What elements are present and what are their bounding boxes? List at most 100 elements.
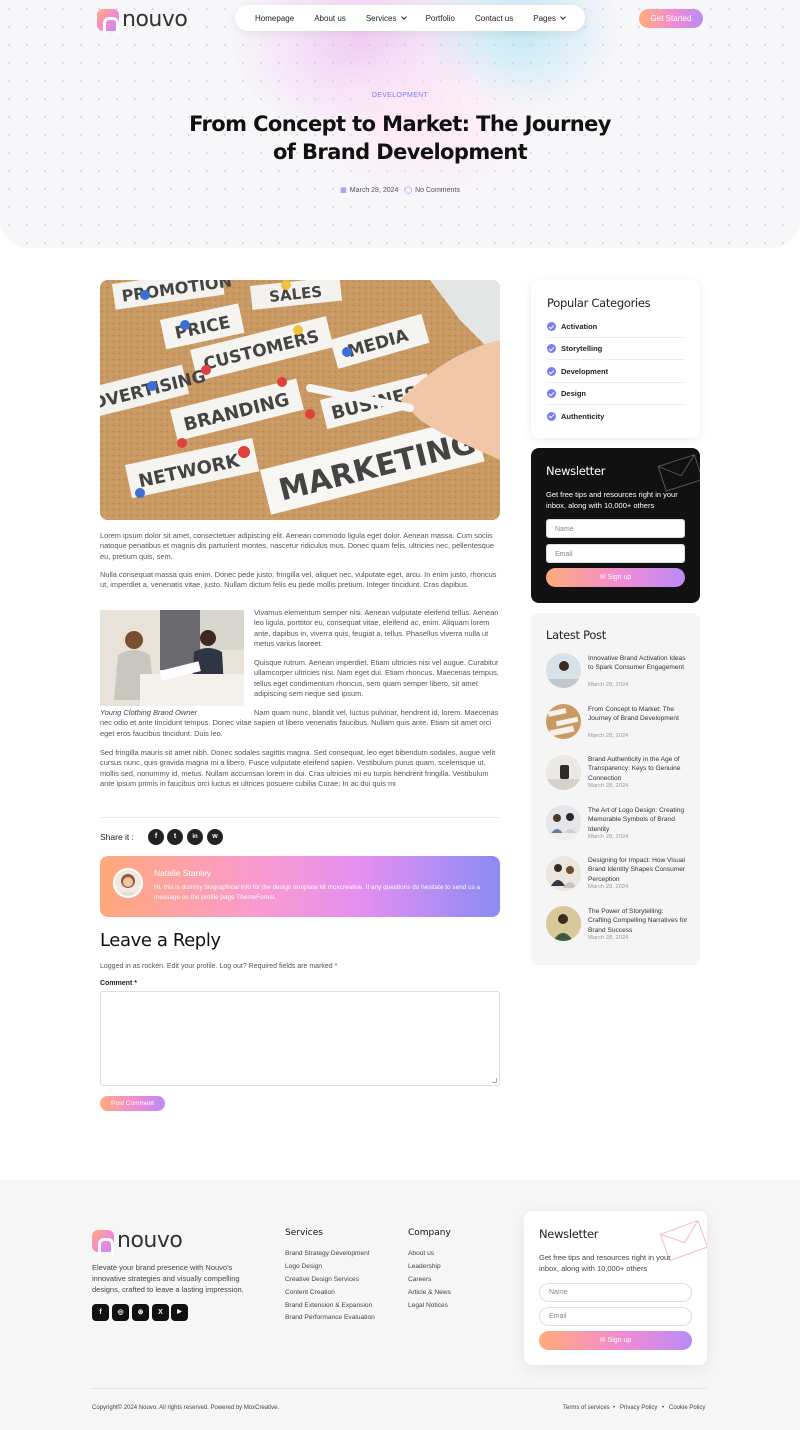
latest-post-date: March 28, 2024 <box>588 682 629 688</box>
terms-link[interactable]: Terms of services <box>563 1405 610 1411</box>
nav-item-contact[interactable]: Contact us <box>475 14 513 23</box>
post-thumbnail-illustration <box>546 653 581 688</box>
footer-link[interactable]: Content Creation <box>285 1289 335 1296</box>
post-thumbnail[interactable] <box>546 856 581 891</box>
featured-image: PROMOTION SALES PRICE CUSTOMERS MEDIA AD… <box>100 280 500 520</box>
latest-post-title[interactable]: From Concept to Market: The Journey of B… <box>588 705 688 724</box>
footer-signup-button[interactable]: ✉ Sign up <box>539 1331 692 1350</box>
check-circle-icon <box>547 322 556 331</box>
author-name[interactable]: Natalie Stanley <box>154 868 211 878</box>
post-thumbnail-illustration <box>546 704 581 739</box>
comment-label: Comment * <box>100 980 137 987</box>
post-thumbnail[interactable] <box>546 653 581 688</box>
share-label: Share it : <box>100 832 135 842</box>
nav-item-services[interactable]: Services <box>365 13 407 23</box>
twitter-icon[interactable]: t <box>167 829 183 845</box>
post-thumbnail-illustration <box>546 856 581 891</box>
envelope-icon <box>657 454 700 492</box>
facebook-icon[interactable]: f <box>148 829 164 845</box>
article-meta: ▦ March 28, 2024 ◯ No Comments <box>0 186 800 194</box>
dribbble-icon[interactable]: ⊛ <box>132 1304 149 1321</box>
whatsapp-icon[interactable]: w <box>207 829 223 845</box>
footer-link[interactable]: Legal Notices <box>408 1302 448 1309</box>
youtube-icon[interactable]: ▶ <box>171 1304 188 1321</box>
category-item-development[interactable]: Development <box>547 361 685 383</box>
cookie-link[interactable]: Cookie Policy <box>669 1405 705 1411</box>
inline-image-illustration <box>100 610 244 706</box>
category-item-authenticity[interactable]: Authenticity <box>547 405 685 427</box>
footer-link[interactable]: Careers <box>408 1276 431 1283</box>
post-comment-button[interactable]: Post Comment <box>100 1096 165 1111</box>
footer-link[interactable]: About us <box>408 1250 434 1257</box>
category-item-storytelling[interactable]: Storytelling <box>547 338 685 360</box>
reply-title: Leave a Reply <box>100 930 221 951</box>
logo-mark-icon <box>92 1229 114 1255</box>
inline-article-image <box>100 610 244 706</box>
post-thumbnail-illustration <box>546 906 581 941</box>
latest-post-title[interactable]: Innovative Brand Activation Ideas to Spa… <box>588 654 688 673</box>
nav-label: Homepage <box>255 13 295 23</box>
article-category[interactable]: DEVELOPMENT <box>0 92 800 99</box>
newsletter-text: Get free tips and resources right in you… <box>546 490 678 510</box>
footer-newsletter-text: Get free tips and resources right in you… <box>539 1253 671 1273</box>
nav-item-homepage[interactable]: Homepage <box>255 14 294 23</box>
footer-company-title: Company <box>408 1228 451 1238</box>
article-paragraph: Vivamus elementum semper nisi. Aenean vu… <box>254 608 499 649</box>
featured-image-illustration: PROMOTION SALES PRICE CUSTOMERS MEDIA AD… <box>100 280 500 520</box>
footer-link[interactable]: Creative Design Services <box>285 1276 359 1283</box>
latest-post-date: March 28, 2024 <box>588 935 629 941</box>
article-comments-link[interactable]: No Comments <box>415 187 460 194</box>
signup-label: Sign up <box>607 1337 632 1344</box>
footer-link[interactable]: Brand Extension & Expansion <box>285 1302 372 1309</box>
post-thumbnail[interactable] <box>546 805 581 840</box>
linkedin-icon[interactable]: in <box>187 829 203 845</box>
comment-textarea[interactable] <box>100 991 500 1086</box>
newsletter-email-input[interactable]: Email <box>546 544 685 563</box>
latest-post-title[interactable]: The Power of Storytelling: Crafting Comp… <box>588 907 688 935</box>
footer-email-input[interactable]: Email <box>539 1307 692 1326</box>
newsletter-signup-button[interactable]: ✉ Sign up <box>546 568 685 587</box>
mail-icon: ✉ <box>599 574 608 581</box>
footer-name-input[interactable]: Name <box>539 1283 692 1302</box>
chevron-down-icon <box>400 13 407 20</box>
mail-icon: ✉ <box>599 1337 608 1344</box>
get-started-button[interactable]: Get Started <box>639 9 703 28</box>
calendar-icon: ▦ <box>340 187 347 194</box>
facebook-icon[interactable]: f <box>92 1304 109 1321</box>
article-paragraph: Quisque rutrum. Aenean imperdiet. Etiam … <box>254 658 499 699</box>
footer-link[interactable]: Article & News <box>408 1289 451 1296</box>
latest-post-title[interactable]: The Art of Logo Design: Creating Memorab… <box>588 806 688 834</box>
post-thumbnail[interactable] <box>546 755 581 790</box>
logo-mark-icon <box>97 8 119 34</box>
footer-logo[interactable]: nouvo <box>92 1228 183 1255</box>
privacy-link[interactable]: Privacy Policy <box>620 1405 657 1411</box>
footer-link[interactable]: Logo Design <box>285 1263 322 1270</box>
footer-newsletter-title: Newsletter <box>539 1227 599 1241</box>
category-item-design[interactable]: Design <box>547 383 685 405</box>
category-label: Storytelling <box>561 344 603 353</box>
latest-post-title[interactable]: Brand Authenticity in the Age of Transpa… <box>588 755 688 783</box>
newsletter-name-input[interactable]: Name <box>546 519 685 538</box>
footer-link[interactable]: Brand Strategy Development <box>285 1250 370 1257</box>
page-title: From Concept to Market: The Journey of B… <box>189 112 611 164</box>
footer-link[interactable]: Leadership <box>408 1263 441 1270</box>
post-thumbnail[interactable] <box>546 704 581 739</box>
copyright-text: Copyright© 2024 Nouvo. All rights reserv… <box>92 1405 280 1411</box>
site-logo[interactable]: nouvo <box>97 7 188 34</box>
legal-separator: • <box>613 1405 616 1411</box>
nav-item-portfolio[interactable]: Portfolio <box>426 14 455 23</box>
category-item-activation[interactable]: Activation <box>547 316 685 338</box>
nav-label: Services <box>365 13 397 23</box>
nav-item-about[interactable]: About us <box>314 14 346 23</box>
check-circle-icon <box>547 344 556 353</box>
article-date: March 28, 2024 <box>349 187 399 194</box>
post-thumbnail[interactable] <box>546 906 581 941</box>
resize-handle-icon[interactable] <box>492 1078 497 1083</box>
latest-post-title[interactable]: Designing for Impact: How Visual Brand I… <box>588 856 688 884</box>
footer-link[interactable]: Brand Performance Evaluation <box>285 1314 375 1321</box>
instagram-icon[interactable]: ◎ <box>112 1304 129 1321</box>
nav-item-pages[interactable]: Pages <box>533 14 566 23</box>
x-icon[interactable]: X <box>152 1304 169 1321</box>
category-label: Activation <box>561 322 598 331</box>
check-circle-icon <box>547 389 556 398</box>
